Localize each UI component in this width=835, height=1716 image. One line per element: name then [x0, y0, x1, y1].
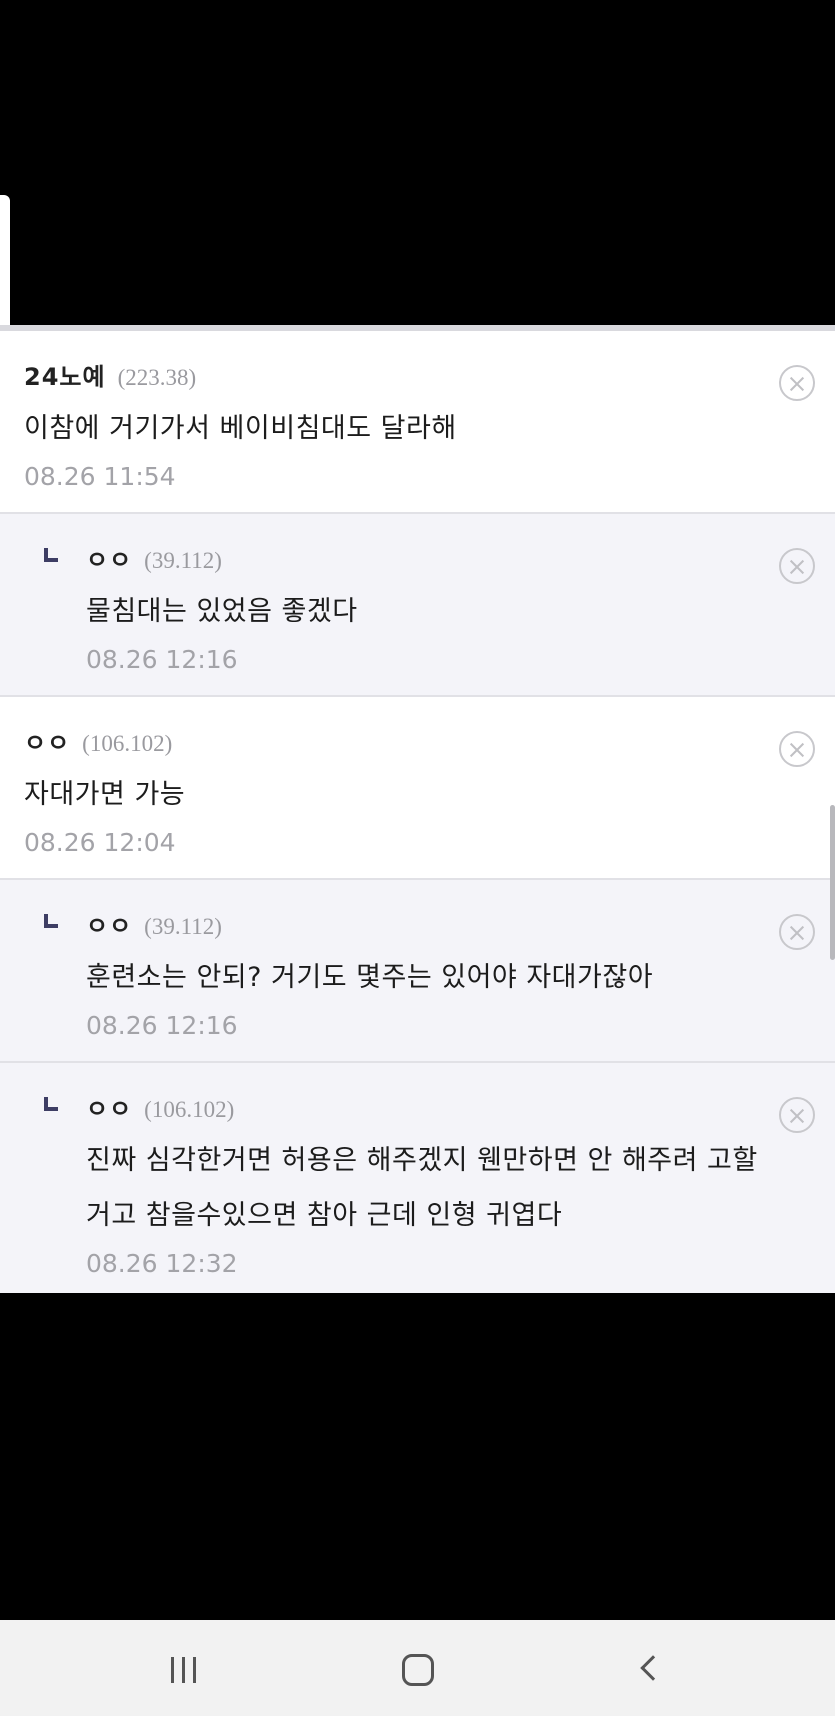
comment-content: 24노예 (223.38) 이참에 거기가서 베이비침대도 달라해 08.26 …: [24, 357, 765, 491]
delete-comment-icon[interactable]: [779, 365, 815, 401]
recent-apps-button[interactable]: [154, 1640, 214, 1700]
reply-text: 물침대는 있었음 좋겠다: [86, 596, 358, 627]
comment-author-row: 24노예 (223.38): [24, 357, 765, 395]
reply-author-row: ㅇㅇ (39.112): [86, 906, 765, 944]
reply-arrow-icon: [44, 914, 58, 928]
comment-time: 08.26 11:54: [24, 462, 176, 491]
reply-time: 08.26 12:16: [86, 1011, 238, 1040]
reply-time: 08.26 12:32: [86, 1249, 238, 1278]
recent-apps-icon: [171, 1657, 197, 1683]
comment-ip: (223.38): [117, 365, 197, 390]
comment-text: 자대가면 가능: [24, 779, 186, 810]
delete-reply-icon[interactable]: [779, 548, 815, 584]
scrollbar-thumb[interactable]: [830, 805, 835, 960]
reply-author[interactable]: ㅇㅇ: [86, 1089, 132, 1124]
home-icon: [402, 1654, 434, 1686]
reply-item: ㅇㅇ (39.112) 물침대는 있었음 좋겠다 08.26 12:16: [0, 514, 835, 697]
delete-reply-icon[interactable]: [779, 1097, 815, 1133]
reply-item: ㅇㅇ (106.102) 진짜 심각한거면 허용은 해주겠지 웬만하면 안 해주…: [0, 1063, 835, 1293]
comment-time: 08.26 12:04: [24, 828, 176, 857]
back-button[interactable]: [622, 1640, 682, 1700]
reply-arrow-icon: [44, 1097, 58, 1111]
reply-author-row: ㅇㅇ (39.112): [86, 540, 765, 578]
reply-content: ㅇㅇ (106.102) 진짜 심각한거면 허용은 해주겠지 웬만하면 안 해주…: [86, 1089, 765, 1278]
comment-author-row: ㅇㅇ (106.102): [24, 723, 765, 761]
comment-list: 24노예 (223.38) 이참에 거기가서 베이비침대도 달라해 08.26 …: [0, 325, 835, 1293]
android-navigation-bar: [0, 1620, 835, 1716]
reply-arrow-icon: [44, 548, 58, 562]
reply-author-row: ㅇㅇ (106.102): [86, 1089, 765, 1127]
comment-author[interactable]: 24노예: [24, 357, 106, 392]
comment-ip: (106.102): [82, 731, 173, 756]
reply-text: 진짜 심각한거면 허용은 해주겠지 웬만하면 안 해주려 고할거고 참을수있으면…: [86, 1145, 758, 1231]
home-button[interactable]: [388, 1640, 448, 1700]
comment-author[interactable]: ㅇㅇ: [24, 723, 70, 758]
comment-item: 24노예 (223.38) 이참에 거기가서 베이비침대도 달라해 08.26 …: [0, 331, 835, 514]
reply-text: 훈련소는 안되? 거기도 몇주는 있어야 자대가잖아: [86, 962, 654, 993]
reply-author[interactable]: ㅇㅇ: [86, 540, 132, 575]
comment-content: ㅇㅇ (106.102) 자대가면 가능 08.26 12:04: [24, 723, 765, 857]
reply-item: ㅇㅇ (39.112) 훈련소는 안되? 거기도 몇주는 있어야 자대가잖아 0…: [0, 880, 835, 1063]
phone-screen: 24노예 (223.38) 이참에 거기가서 베이비침대도 달라해 08.26 …: [0, 0, 835, 1716]
reply-ip: (39.112): [144, 914, 222, 939]
reply-content: ㅇㅇ (39.112) 훈련소는 안되? 거기도 몇주는 있어야 자대가잖아 0…: [86, 906, 765, 1040]
delete-comment-icon[interactable]: [779, 731, 815, 767]
comment-item: ㅇㅇ (106.102) 자대가면 가능 08.26 12:04: [0, 697, 835, 880]
reply-content: ㅇㅇ (39.112) 물침대는 있었음 좋겠다 08.26 12:16: [86, 540, 765, 674]
reply-time: 08.26 12:16: [86, 645, 238, 674]
reply-ip: (39.112): [144, 548, 222, 573]
back-icon: [640, 1655, 666, 1681]
comment-text: 이참에 거기가서 베이비침대도 달라해: [24, 413, 457, 444]
delete-reply-icon[interactable]: [779, 914, 815, 950]
reply-ip: (106.102): [144, 1097, 235, 1122]
reply-author[interactable]: ㅇㅇ: [86, 906, 132, 941]
